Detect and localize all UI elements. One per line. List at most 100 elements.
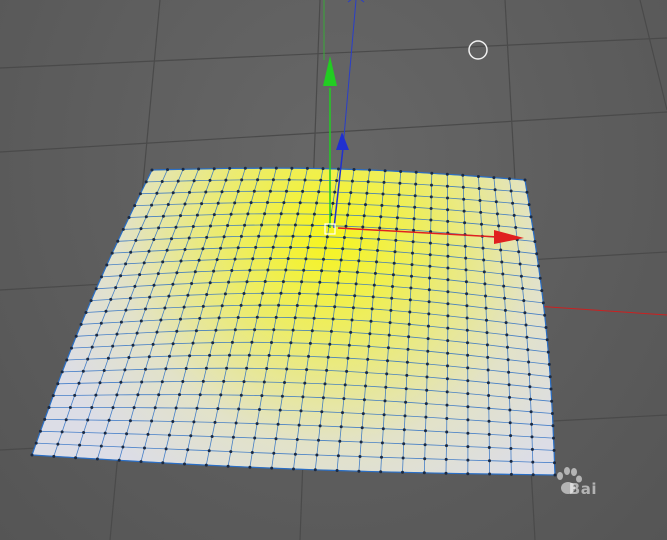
vertex [387, 333, 391, 337]
vertex [201, 379, 205, 383]
vertex [326, 355, 330, 359]
vertex [426, 324, 430, 328]
vertex [305, 166, 309, 170]
vertex [345, 369, 349, 373]
vertex [155, 191, 159, 195]
vertex [271, 245, 275, 249]
vertex [495, 212, 499, 216]
pillow-mesh[interactable] [30, 166, 557, 477]
vertex [313, 468, 317, 472]
vertex [357, 259, 361, 263]
vertex [407, 335, 411, 339]
vertex [144, 367, 147, 371]
vertex [486, 368, 490, 372]
vertex [341, 247, 345, 251]
vertex [318, 424, 322, 428]
vertex [142, 261, 146, 265]
vertex [233, 201, 237, 205]
vertex [317, 438, 320, 442]
vertex [336, 281, 340, 285]
vertex [424, 402, 428, 406]
vertex [414, 170, 418, 174]
vertex [529, 215, 533, 219]
vertex [277, 223, 280, 227]
vertex [334, 293, 338, 297]
vertex [462, 197, 466, 201]
vertex [402, 428, 406, 432]
vertex [492, 176, 496, 180]
vertex [250, 451, 254, 454]
vertex [301, 189, 305, 193]
vertex [527, 360, 531, 364]
vertex [209, 224, 212, 228]
vertex [286, 257, 290, 261]
viewport-canvas[interactable] [0, 0, 667, 540]
vertex [219, 393, 223, 397]
vertex [359, 440, 363, 444]
vertex [176, 179, 180, 183]
vertex [488, 472, 492, 476]
vertex [369, 319, 373, 323]
vertex [426, 349, 430, 353]
vertex [115, 393, 119, 397]
vertex [503, 308, 507, 312]
vertex [331, 201, 335, 205]
vertex [325, 368, 329, 372]
vertex [486, 355, 490, 359]
vertex [47, 406, 51, 409]
vertex [390, 296, 394, 300]
vertex [178, 393, 181, 397]
axis-z-arrow[interactable] [336, 132, 349, 150]
vertex [224, 178, 228, 182]
vertex [358, 248, 362, 251]
vertex [548, 375, 552, 379]
vertex [360, 236, 363, 240]
axis-y-arrow[interactable] [323, 56, 337, 86]
vertex [192, 420, 196, 424]
vertex [139, 319, 143, 323]
vertex [150, 168, 154, 172]
vertex [364, 384, 367, 388]
vertex [391, 273, 395, 277]
3d-viewport[interactable]: Bai [0, 0, 667, 540]
vertex [362, 214, 366, 218]
vertex [329, 329, 333, 333]
vertex [530, 422, 534, 426]
vertex [506, 345, 509, 349]
vertex [550, 399, 554, 403]
vertex [216, 407, 220, 411]
vertex [381, 427, 385, 431]
vertex [315, 453, 319, 457]
vertex [366, 357, 370, 361]
vertex [125, 432, 129, 436]
vertex [487, 406, 491, 410]
vertex [242, 380, 246, 384]
vertex [444, 471, 448, 475]
vertex [499, 248, 503, 252]
vertex [60, 370, 64, 374]
vertex [298, 201, 302, 205]
vertex [446, 254, 450, 258]
vertex [144, 180, 148, 184]
vertex [507, 383, 511, 387]
vertex [373, 271, 377, 275]
vertex [425, 388, 429, 392]
vertex [346, 213, 350, 217]
vertex [119, 320, 123, 324]
cursor-circle-icon [468, 40, 488, 60]
vertex [386, 359, 389, 363]
vertex [500, 260, 504, 264]
vertex [307, 354, 310, 358]
vertex [191, 341, 195, 345]
vertex [166, 168, 169, 172]
vertex [382, 180, 386, 184]
vertex [342, 397, 346, 401]
watermark-text: Bai [568, 480, 597, 498]
vertex [292, 467, 295, 471]
vertex [371, 295, 375, 299]
vertex [253, 436, 257, 440]
vertex [266, 268, 270, 272]
vertex [189, 434, 193, 438]
vertex [216, 201, 220, 205]
vertex [446, 302, 450, 306]
